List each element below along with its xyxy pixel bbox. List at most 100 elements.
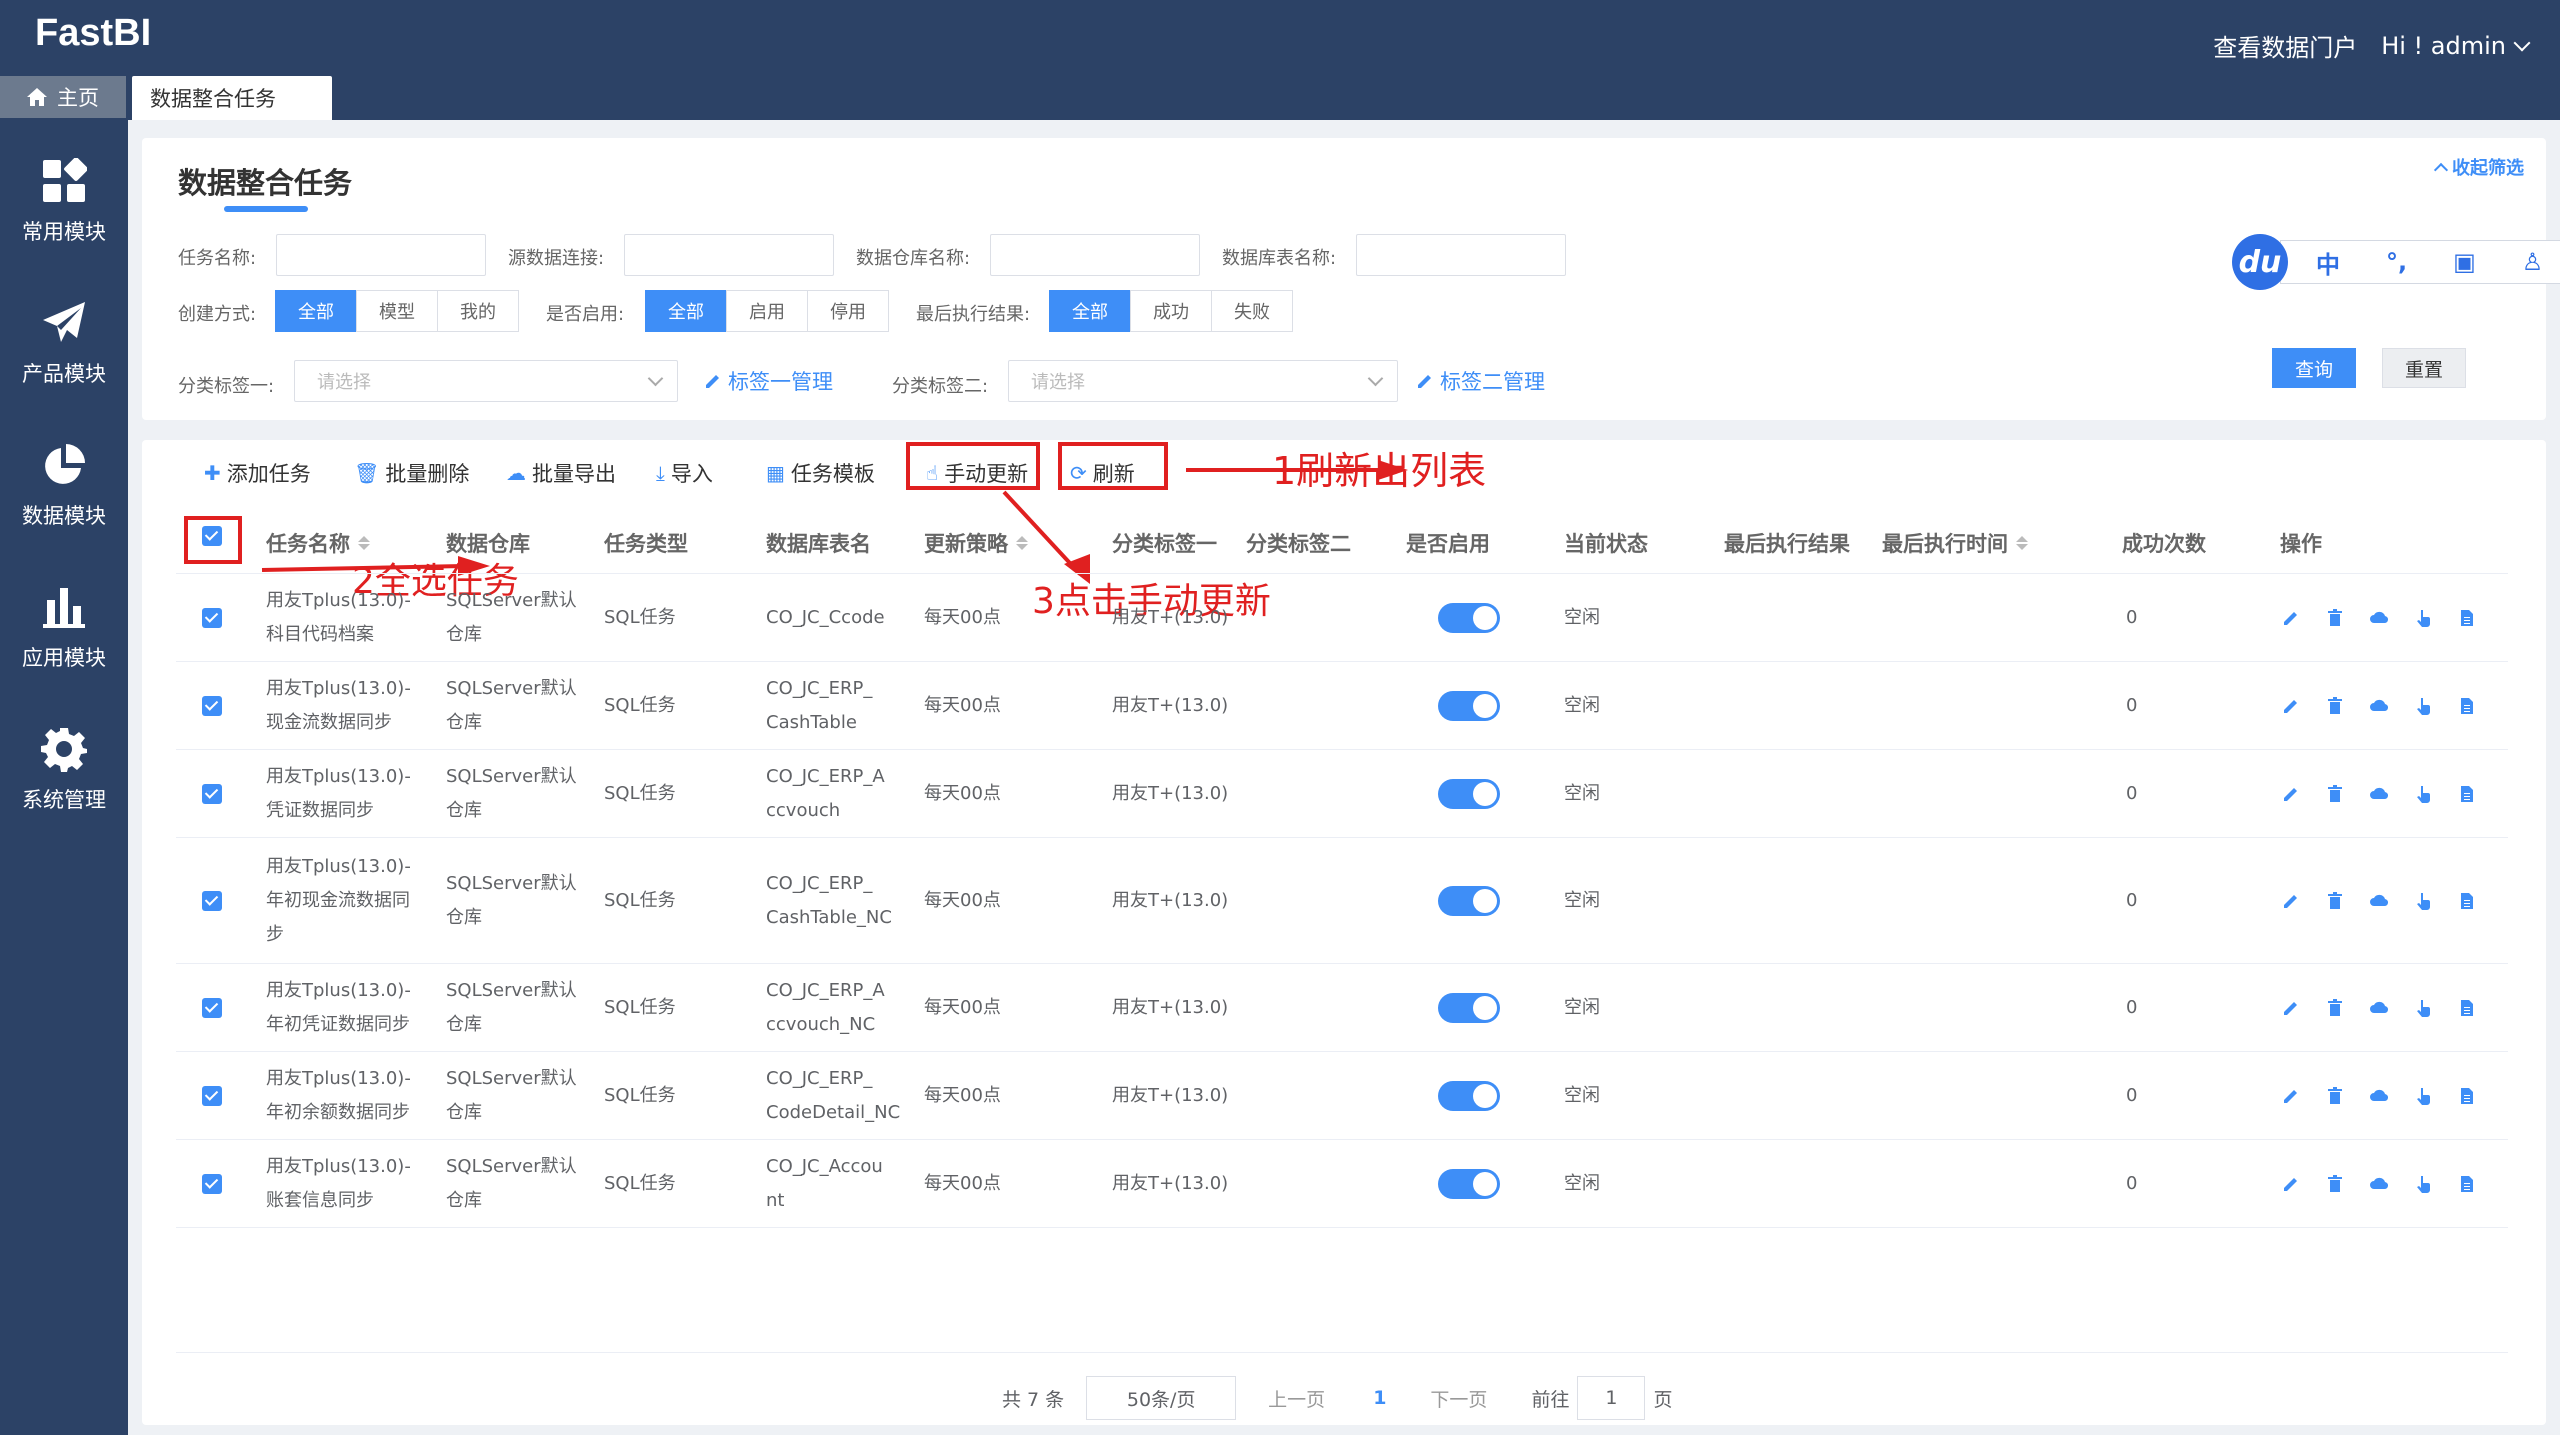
tag2-manage-link[interactable]: 标签二管理 xyxy=(1416,366,1545,396)
table-row[interactable]: 用友Tplus(13.0)- 账套信息同步 SQLServer默认 仓库 SQL任务 CO… xyxy=(176,1140,2508,1228)
db-table-name-input[interactable] xyxy=(1356,234,1566,276)
cell-task-name[interactable]: 用友Tplus(13.0)- 年初凭证数据同步 xyxy=(266,974,411,1042)
task-name-input[interactable] xyxy=(276,234,486,276)
hand-pointer-icon[interactable] xyxy=(2414,1175,2432,1193)
row-checkbox[interactable] xyxy=(202,695,222,716)
row-checkbox[interactable] xyxy=(202,1173,222,1194)
last-result-success[interactable]: 成功 xyxy=(1130,290,1212,332)
batch-export-button[interactable]: ☁ 批量导出 xyxy=(506,458,616,488)
collapse-filter-button[interactable]: 收起筛选 xyxy=(2433,154,2524,180)
add-task-button[interactable]: ✚ 添加任务 xyxy=(204,458,311,488)
trash-icon[interactable] xyxy=(2326,1174,2344,1193)
user-menu[interactable]: Hi ! admin xyxy=(2381,32,2531,60)
trash-icon[interactable] xyxy=(2326,608,2344,627)
edit-icon[interactable] xyxy=(2282,785,2300,803)
cell-task-name[interactable]: 用友Tplus(13.0)- 科目代码档案 xyxy=(266,584,411,652)
document-icon[interactable] xyxy=(2458,609,2476,627)
cell-task-name[interactable]: 用友Tplus(13.0)- 账套信息同步 xyxy=(266,1150,411,1218)
cell-task-name[interactable]: 用友Tplus(13.0)- 现金流数据同步 xyxy=(266,672,411,740)
select-all-checkbox[interactable] xyxy=(202,526,222,546)
row-checkbox[interactable] xyxy=(202,997,222,1018)
enabled-toggle[interactable] xyxy=(1438,1168,1500,1199)
table-row[interactable]: 用友Tplus(13.0)- 年初凭证数据同步 SQLServer默认 仓库 SQL任务… xyxy=(176,964,2508,1052)
cell-task-name[interactable]: 用友Tplus(13.0)- 凭证数据同步 xyxy=(266,760,411,828)
cloud-upload-icon[interactable] xyxy=(2370,999,2388,1017)
ime-toolbar[interactable]: du 中 °, ▣ ♙ ▦ xyxy=(2232,234,2560,290)
document-icon[interactable] xyxy=(2458,1087,2476,1105)
row-checkbox[interactable] xyxy=(202,607,222,628)
table-row[interactable]: 用友Tplus(13.0)- 科目代码档案 SQLServer默认 仓库 SQL任务 CO… xyxy=(176,574,2508,662)
hand-pointer-icon[interactable] xyxy=(2414,609,2432,627)
document-icon[interactable] xyxy=(2458,999,2476,1017)
tag1-manage-link[interactable]: 标签一管理 xyxy=(704,366,833,396)
enabled-toggle[interactable] xyxy=(1438,690,1500,721)
hand-pointer-icon[interactable] xyxy=(2414,999,2432,1017)
col-strategy[interactable]: 更新策略 xyxy=(924,528,1028,558)
tab-data-integration[interactable]: 数据整合任务 xyxy=(132,76,332,120)
tag1-select[interactable]: 请选择 xyxy=(294,360,678,402)
table-row[interactable]: 用友Tplus(13.0)- 凭证数据同步 SQLServer默认 仓库 SQL任务 CO… xyxy=(176,750,2508,838)
next-page-button[interactable]: 下一页 xyxy=(1430,1385,1487,1412)
row-checkbox[interactable] xyxy=(202,890,222,911)
enabled-toggle[interactable] xyxy=(1438,1080,1500,1111)
goto-page-input[interactable]: 1 xyxy=(1577,1376,1646,1420)
source-conn-input[interactable] xyxy=(624,234,834,276)
cloud-upload-icon[interactable] xyxy=(2370,609,2388,627)
col-last-time[interactable]: 最后执行时间 xyxy=(1882,528,2028,558)
table-row[interactable]: 用友Tplus(13.0)- 年初现金流数据同步 SQLServer默认 仓库 SQL任… xyxy=(176,838,2508,964)
edit-icon[interactable] xyxy=(2282,892,2300,910)
task-template-button[interactable]: ▦ 任务模板 xyxy=(766,458,875,488)
edit-icon[interactable] xyxy=(2282,697,2300,715)
enabled-toggle[interactable] xyxy=(1438,602,1500,633)
user-icon[interactable]: ♙ xyxy=(2522,248,2544,276)
last-result-all[interactable]: 全部 xyxy=(1049,290,1131,332)
cloud-upload-icon[interactable] xyxy=(2370,697,2388,715)
edit-icon[interactable] xyxy=(2282,1175,2300,1193)
trash-icon[interactable] xyxy=(2326,784,2344,803)
cell-task-name[interactable]: 用友Tplus(13.0)- 年初现金流数据同步 xyxy=(266,850,411,952)
warehouse-name-input[interactable] xyxy=(990,234,1200,276)
query-button[interactable]: 查询 xyxy=(2272,348,2356,388)
cloud-upload-icon[interactable] xyxy=(2370,1175,2388,1193)
edit-icon[interactable] xyxy=(2282,999,2300,1017)
hand-pointer-icon[interactable] xyxy=(2414,892,2432,910)
batch-delete-button[interactable]: 🗑 批量删除 xyxy=(354,458,469,488)
prev-page-button[interactable]: 上一页 xyxy=(1268,1385,1325,1412)
punctuation-icon[interactable]: °, xyxy=(2386,248,2407,276)
sidebar-item-system[interactable]: 系统管理 xyxy=(0,710,128,830)
document-icon[interactable] xyxy=(2458,697,2476,715)
trash-icon[interactable] xyxy=(2326,891,2344,910)
hand-pointer-icon[interactable] xyxy=(2414,697,2432,715)
enabled-toggle[interactable] xyxy=(1438,992,1500,1023)
data-portal-link[interactable]: 查看数据门户 xyxy=(2213,28,2357,63)
document-icon[interactable] xyxy=(2458,1175,2476,1193)
sidebar-item-app[interactable]: 应用模块 xyxy=(0,568,128,688)
ime-lang[interactable]: 中 xyxy=(2316,245,2340,280)
trash-icon[interactable] xyxy=(2326,1086,2344,1105)
create-mode-mine[interactable]: 我的 xyxy=(437,290,519,332)
tab-home[interactable]: 主页 xyxy=(0,76,126,118)
toolbox-icon[interactable]: ▣ xyxy=(2453,248,2476,276)
sidebar-item-product[interactable]: 产品模块 xyxy=(0,284,128,404)
edit-icon[interactable] xyxy=(2282,609,2300,627)
enabled-all[interactable]: 全部 xyxy=(645,290,727,332)
trash-icon[interactable] xyxy=(2326,696,2344,715)
enabled-off[interactable]: 停用 xyxy=(807,290,889,332)
cell-task-name[interactable]: 用友Tplus(13.0)- 年初余额数据同步 xyxy=(266,1062,411,1130)
enabled-on[interactable]: 启用 xyxy=(726,290,808,332)
row-checkbox[interactable] xyxy=(202,1085,222,1106)
reset-button[interactable]: 重置 xyxy=(2382,348,2466,388)
cloud-upload-icon[interactable] xyxy=(2370,785,2388,803)
enabled-toggle[interactable] xyxy=(1438,778,1500,809)
sidebar-item-data[interactable]: 数据模块 xyxy=(0,426,128,546)
import-button[interactable]: ⤓ 导入 xyxy=(656,458,713,488)
sidebar-item-common[interactable]: 常用模块 xyxy=(0,142,128,262)
create-mode-model[interactable]: 模型 xyxy=(356,290,438,332)
document-icon[interactable] xyxy=(2458,785,2476,803)
cloud-upload-icon[interactable] xyxy=(2370,1087,2388,1105)
row-checkbox[interactable] xyxy=(202,783,222,804)
table-row[interactable]: 用友Tplus(13.0)- 年初余额数据同步 SQLServer默认 仓库 SQL任务… xyxy=(176,1052,2508,1140)
page-size-select[interactable]: 50条/页 xyxy=(1086,1376,1237,1420)
tag2-select[interactable]: 请选择 xyxy=(1008,360,1398,402)
page-number-current[interactable]: 1 xyxy=(1373,1387,1386,1409)
